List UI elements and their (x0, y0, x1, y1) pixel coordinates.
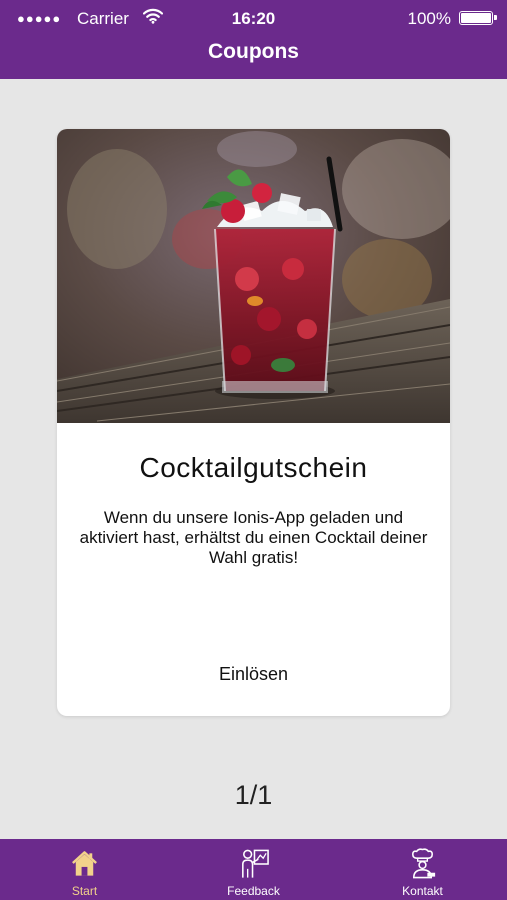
tab-start[interactable]: Start (0, 839, 169, 900)
page-indicator: 1/1 (234, 780, 273, 810)
tab-kontakt[interactable]: Kontakt (338, 839, 507, 900)
coupon-image (57, 129, 450, 423)
tab-kontakt-label: Kontakt (402, 884, 443, 898)
battery-percent: 100% (407, 9, 451, 28)
tab-feedback-label: Feedback (227, 884, 280, 898)
coupon-title: Cocktailgutschein (139, 452, 368, 483)
chef-icon (412, 848, 436, 879)
tab-bar: Start Feedback Kontakt (0, 839, 507, 900)
app-header: ●●●●● Carrier 16:20 100% Coupons (0, 0, 507, 79)
status-bar: ●●●●● Carrier 16:20 100% (0, 8, 507, 30)
page-title: Coupons (208, 40, 299, 63)
coupon-description: Wenn du unsere Ionis-App geladen und akt… (79, 508, 428, 567)
coupon-card: Cocktailgutschein Wenn du unsere Ionis-A… (57, 129, 450, 716)
redeem-button[interactable]: Einlösen (177, 659, 330, 689)
tab-feedback[interactable]: Feedback (169, 839, 338, 900)
presenter-icon (242, 849, 269, 878)
tab-start-label: Start (71, 884, 98, 898)
home-icon (72, 851, 97, 876)
battery-icon (459, 11, 497, 25)
